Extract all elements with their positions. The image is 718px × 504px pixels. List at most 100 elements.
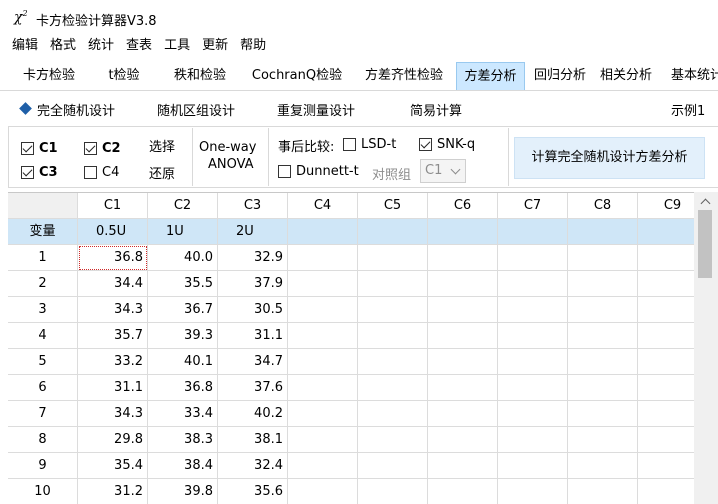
scrollbar-thumb[interactable] [698,210,712,278]
data-cell[interactable] [358,401,428,427]
checkbox-lsd-t[interactable]: LSD-t [343,137,396,152]
subtab-completely-random[interactable]: 完全随机设计 [37,100,115,119]
column-header[interactable]: C5 [358,193,428,219]
data-cell[interactable] [428,245,498,271]
data-cell[interactable] [498,323,568,349]
menu-stats[interactable]: 统计 [82,35,120,57]
data-cell[interactable]: 33.4 [148,401,218,427]
row-header[interactable]: 5 [8,349,78,375]
data-cell[interactable]: 36.8 [148,375,218,401]
data-cell[interactable] [428,271,498,297]
data-cell[interactable] [638,453,694,479]
data-cell[interactable] [568,401,638,427]
calculate-anova-button[interactable]: 计算完全随机设计方差分析 [514,137,705,179]
row-header[interactable]: 7 [8,401,78,427]
data-cell[interactable] [498,401,568,427]
variable-name-cell[interactable]: 0.5U [78,219,148,245]
subtab-simple-calc[interactable]: 简易计算 [410,100,462,119]
data-cell[interactable] [568,375,638,401]
data-cell[interactable] [498,479,568,504]
variable-name-cell[interactable]: 2U [218,219,288,245]
row-header[interactable]: 4 [8,323,78,349]
data-cell[interactable] [568,297,638,323]
data-cell[interactable]: 29.8 [78,427,148,453]
data-cell[interactable]: 32.4 [218,453,288,479]
variable-name-cell[interactable] [358,219,428,245]
checkbox-c3[interactable]: C3 [21,165,58,180]
data-cell[interactable] [288,245,358,271]
column-header[interactable]: C7 [498,193,568,219]
data-cell[interactable] [498,375,568,401]
data-cell[interactable]: 37.6 [218,375,288,401]
data-cell[interactable] [428,453,498,479]
data-cell[interactable] [638,401,694,427]
tab-cochran-q[interactable]: CochranQ检验 [246,62,348,90]
tab-anova[interactable]: 方差分析 [456,62,525,90]
restore-button[interactable]: 还原 [149,163,175,182]
data-cell[interactable]: 35.4 [78,453,148,479]
menu-lookup[interactable]: 查表 [120,35,158,57]
row-header[interactable]: 6 [8,375,78,401]
data-cell[interactable] [498,297,568,323]
data-cell[interactable] [428,297,498,323]
data-cell[interactable] [498,427,568,453]
data-cell[interactable] [568,323,638,349]
data-cell[interactable] [288,401,358,427]
data-cell[interactable]: 35.7 [78,323,148,349]
data-cell[interactable]: 31.1 [78,375,148,401]
data-cell[interactable] [568,427,638,453]
data-cell[interactable]: 40.0 [148,245,218,271]
data-cell[interactable] [498,245,568,271]
column-header[interactable]: C1 [78,193,148,219]
row-header[interactable]: 8 [8,427,78,453]
checkbox-c2[interactable]: C2 [84,141,121,156]
data-cell[interactable]: 34.4 [78,271,148,297]
variable-name-cell[interactable] [288,219,358,245]
data-cell[interactable] [288,427,358,453]
data-cell[interactable] [428,349,498,375]
data-cell[interactable] [568,479,638,504]
data-cell[interactable]: 39.8 [148,479,218,504]
column-header[interactable]: C9 [638,193,694,219]
checkbox-c1[interactable]: C1 [21,141,58,156]
data-cell[interactable] [428,479,498,504]
menu-format[interactable]: 格式 [44,35,82,57]
variable-name-cell[interactable] [498,219,568,245]
data-cell[interactable] [288,479,358,504]
variable-name-cell[interactable] [638,219,694,245]
data-cell[interactable]: 31.2 [78,479,148,504]
data-cell[interactable]: 34.3 [78,297,148,323]
tab-regression[interactable]: 回归分析 [528,62,592,90]
data-cell[interactable]: 40.1 [148,349,218,375]
data-cell[interactable] [638,427,694,453]
data-cell[interactable] [358,375,428,401]
data-cell[interactable] [638,245,694,271]
data-cell[interactable] [638,297,694,323]
variable-name-cell[interactable] [428,219,498,245]
data-cell[interactable] [638,375,694,401]
data-cell[interactable]: 37.9 [218,271,288,297]
variable-name-cell[interactable] [568,219,638,245]
data-cell[interactable] [428,323,498,349]
menu-tools[interactable]: 工具 [158,35,196,57]
variable-name-cell[interactable]: 1U [148,219,218,245]
data-cell[interactable] [568,245,638,271]
column-header[interactable]: C6 [428,193,498,219]
data-cell[interactable] [358,245,428,271]
column-header[interactable]: C3 [218,193,288,219]
row-header[interactable]: 10 [8,479,78,504]
data-cell[interactable] [498,453,568,479]
subtab-repeated-measures[interactable]: 重复测量设计 [277,100,355,119]
control-group-select[interactable]: C1 [420,159,466,183]
data-cell[interactable] [288,349,358,375]
data-cell[interactable] [638,323,694,349]
data-cell[interactable] [428,401,498,427]
data-cell[interactable] [638,479,694,504]
data-cell[interactable]: 35.5 [148,271,218,297]
data-cell[interactable] [568,349,638,375]
data-cell[interactable] [358,349,428,375]
data-cell[interactable] [358,427,428,453]
data-cell[interactable] [288,271,358,297]
data-cell[interactable]: 30.5 [218,297,288,323]
data-cell[interactable]: 39.3 [148,323,218,349]
